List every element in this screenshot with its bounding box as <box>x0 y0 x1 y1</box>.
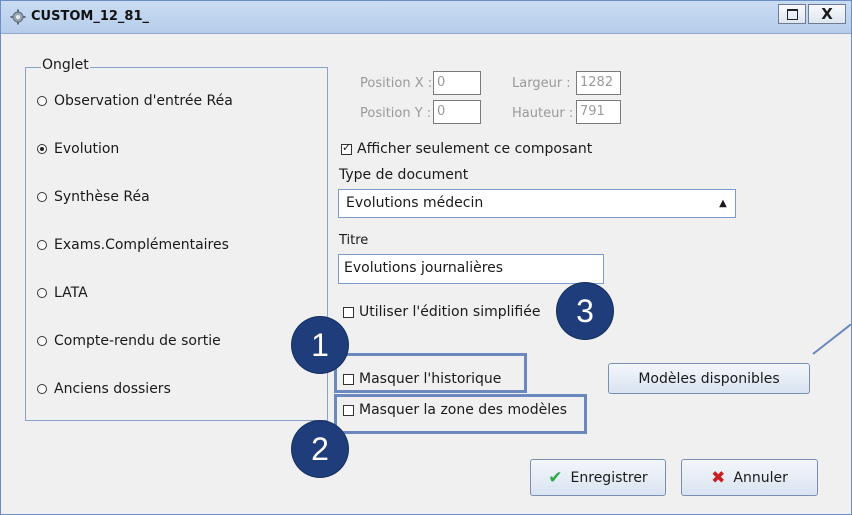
checkbox-label: Afficher seulement ce composant <box>357 141 593 157</box>
radio-button[interactable] <box>37 288 47 298</box>
cancel-button[interactable]: ✖ Annuler <box>681 459 818 496</box>
radio-label: Observation d'entrée Réa <box>54 93 233 109</box>
close-icon: X <box>821 5 833 23</box>
position-x-field[interactable]: 0 <box>433 71 481 95</box>
document-type-label: Type de document <box>339 167 469 183</box>
maximize-button[interactable] <box>778 4 806 24</box>
position-x-label: Position X : <box>360 76 433 91</box>
radio-anciens-dossiers[interactable]: Anciens dossiers <box>37 381 171 397</box>
hide-models-zone-checkbox[interactable] <box>343 404 354 416</box>
annotation-badge-3: 3 <box>557 283 613 339</box>
annotation-badge-2: 2 <box>292 421 348 477</box>
radio-compte-rendu[interactable]: Compte-rendu de sortie <box>37 333 221 349</box>
title-label: Titre <box>339 233 369 248</box>
radio-button[interactable] <box>37 240 47 250</box>
document-type-select[interactable]: Evolutions médecin ▲ <box>338 189 736 218</box>
dialog-window: CUSTOM_12_81_ X Onglet Observation d'ent… <box>0 0 852 515</box>
dropdown-arrow-icon[interactable]: ▲ <box>715 195 731 212</box>
radio-button[interactable] <box>37 336 47 346</box>
document-type-value: Evolutions médecin <box>346 195 484 211</box>
hide-history-checkbox[interactable] <box>343 373 354 385</box>
button-label: Annuler <box>733 469 788 486</box>
checkmark-icon: ✔ <box>548 467 563 488</box>
show-only-component-checkbox[interactable] <box>341 141 352 155</box>
radio-observation[interactable]: Observation d'entrée Réa <box>37 93 233 109</box>
radio-button-selected[interactable] <box>37 144 47 154</box>
width-label: Largeur : <box>512 76 571 91</box>
radio-button[interactable] <box>37 96 47 106</box>
radio-label: Evolution <box>54 141 120 157</box>
simplified-edit-checkbox[interactable] <box>343 306 354 318</box>
height-label: Hauteur : <box>512 106 574 121</box>
hide-models-zone-option[interactable]: Masquer la zone des modèles <box>343 402 567 418</box>
radio-synthese[interactable]: Synthèse Réa <box>37 189 150 205</box>
available-models-button[interactable]: Modèles disponibles <box>608 363 810 394</box>
button-label: Enregistrer <box>570 469 648 486</box>
hide-history-option[interactable]: Masquer l'historique <box>343 371 501 387</box>
radio-button[interactable] <box>37 192 47 202</box>
checkbox-label: Utiliser l'édition simplifiée <box>359 304 541 320</box>
callout-line <box>812 323 852 355</box>
title-input[interactable]: Evolutions journalières <box>338 254 604 284</box>
button-label: Modèles disponibles <box>638 370 780 387</box>
title-bar[interactable]: CUSTOM_12_81_ X <box>1 1 851 34</box>
save-button[interactable]: ✔ Enregistrer <box>530 459 666 496</box>
radio-label: Exams.Complémentaires <box>54 237 229 253</box>
maximize-icon <box>787 9 798 20</box>
width-field[interactable]: 1282 <box>576 71 621 95</box>
height-field[interactable]: 791 <box>576 100 621 124</box>
simplified-edit-option[interactable]: Utiliser l'édition simplifiée <box>343 304 540 320</box>
radio-label: Anciens dossiers <box>54 381 171 397</box>
checkbox-label: Masquer la zone des modèles <box>359 402 568 418</box>
cross-icon: ✖ <box>711 467 726 488</box>
checkbox-label: Masquer l'historique <box>359 371 502 387</box>
annotation-badge-1: 1 <box>292 317 348 373</box>
position-y-label: Position Y : <box>360 106 432 121</box>
radio-button[interactable] <box>37 384 47 394</box>
position-y-field[interactable]: 0 <box>433 100 481 124</box>
radio-label: Synthèse Réa <box>54 189 150 205</box>
radio-exams[interactable]: Exams.Complémentaires <box>37 237 229 253</box>
close-button[interactable]: X <box>808 4 846 24</box>
groupbox-legend: Onglet <box>41 57 90 73</box>
show-only-component-option[interactable]: Afficher seulement ce composant <box>341 141 592 157</box>
radio-label: Compte-rendu de sortie <box>54 333 221 349</box>
radio-label: LATA <box>54 285 88 301</box>
radio-lata[interactable]: LATA <box>37 285 88 301</box>
gear-icon <box>10 9 26 25</box>
window-title: CUSTOM_12_81_ <box>31 9 149 24</box>
radio-evolution[interactable]: Evolution <box>37 141 119 157</box>
